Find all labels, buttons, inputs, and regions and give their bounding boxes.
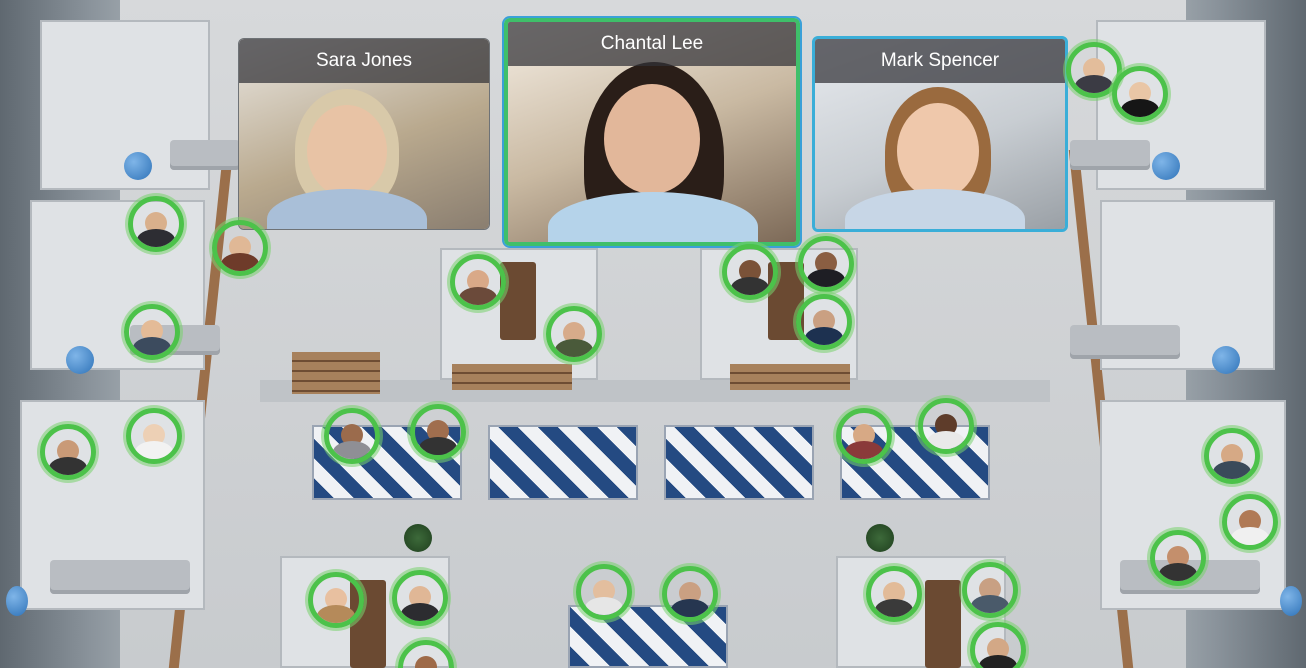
plant [866,524,894,552]
participant-avatar[interactable] [128,196,184,252]
participant-name: Mark Spencer [815,39,1065,83]
participant-face [307,105,387,197]
participant-avatar[interactable] [308,572,364,628]
participant-avatar[interactable] [1222,494,1278,550]
participant-avatar[interactable] [392,570,448,626]
sofa [1070,140,1150,170]
participant-avatar[interactable] [1112,66,1168,122]
pouf [1280,586,1302,616]
pouf [6,586,28,616]
participant-avatar[interactable] [324,408,380,464]
participant-name: Sara Jones [239,39,489,83]
plant [404,524,432,552]
participant-avatar[interactable] [212,220,268,276]
pouf [1212,346,1240,374]
participant-avatar[interactable] [796,294,852,350]
sofa [1070,325,1180,359]
participant-avatar[interactable] [836,408,892,464]
lounge-rug[interactable] [488,425,638,500]
video-tile-sara-jones[interactable]: Sara Jones [238,38,490,230]
lounge-rug[interactable] [664,425,814,500]
participant-avatar[interactable] [1204,428,1260,484]
pouf [1152,152,1180,180]
participant-avatar[interactable] [1150,530,1206,586]
participant-avatar[interactable] [662,566,718,622]
participant-face [604,84,700,194]
participant-avatar[interactable] [40,424,96,480]
participant-avatar[interactable] [798,236,854,292]
participant-avatar[interactable] [546,306,602,362]
participant-avatar[interactable] [126,408,182,464]
pouf [66,346,94,374]
participant-avatar[interactable] [450,254,506,310]
meeting-table [925,580,961,668]
participant-avatar[interactable] [124,304,180,360]
participant-avatar[interactable] [918,398,974,454]
participant-avatar[interactable] [722,244,778,300]
participant-face [897,103,979,199]
participant-avatar[interactable] [410,404,466,460]
bench [452,364,572,390]
pouf [124,152,152,180]
participant-avatar[interactable] [962,562,1018,618]
video-tile-mark-spencer[interactable]: Mark Spencer [812,36,1068,232]
participant-avatar[interactable] [576,564,632,620]
participant-name: Chantal Lee [508,22,796,66]
meeting-table [500,262,536,340]
sofa [50,560,190,594]
bookshelf [292,352,380,394]
video-tile-chantal-lee[interactable]: Chantal Lee [502,16,802,248]
bench [730,364,850,390]
virtual-office-map[interactable]: Sara Jones Chantal Lee Mark Spencer [0,0,1306,668]
sofa [170,140,240,170]
participant-avatar[interactable] [866,566,922,622]
